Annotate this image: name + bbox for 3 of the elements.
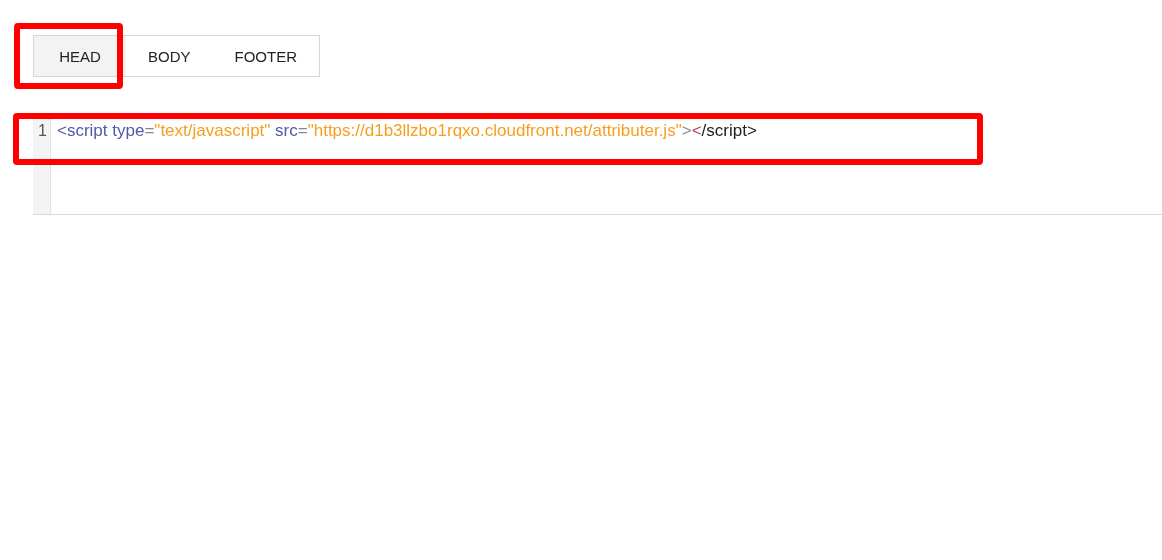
line-number: 1 [38, 122, 47, 139]
tab[interactable]: HEAD [34, 36, 126, 76]
code-line: <script type="text/javascript" src="https://d1b3llzbo1rqxo.cloudfront.net/attributer.js"></script> [56, 120, 757, 141]
